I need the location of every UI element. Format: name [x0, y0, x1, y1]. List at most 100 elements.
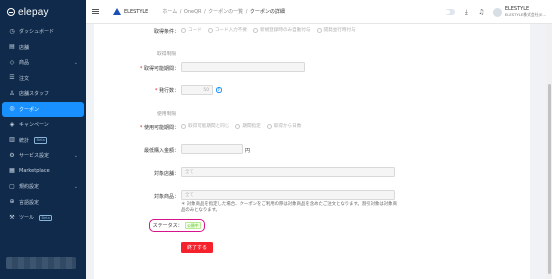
sidebar-item-terms[interactable]: ▢ 規約設定 ⌄ — [0, 179, 86, 195]
issue-count-label: * 発行数： — [154, 88, 179, 94]
sidebar-item-label: 店舗 — [19, 44, 30, 51]
sidebar-item-products[interactable]: ◇ 商品 ⌄ — [0, 55, 86, 71]
sidebar-item-label: ダッシュボード — [19, 29, 55, 36]
chevron-down-icon: ⌄ — [73, 183, 78, 190]
usage-limit-title: 使用制限 — [157, 112, 177, 117]
sidebar-item-label: 言語設定 — [19, 199, 40, 206]
chevron-down-icon: ⌄ — [73, 59, 78, 66]
coupon-icon: ◎ — [9, 105, 15, 113]
scroll-thumb[interactable] — [547, 84, 551, 274]
sidebar-nav: ◷ ダッシュボード ▤ 店舗 ◇ 商品 ⌄ ☰ 注文 ♙ 店舗スタッフ ◎ クー… — [0, 24, 86, 226]
menu-toggle-icon[interactable] — [92, 9, 99, 14]
usage-period-label: * 使用可能期間： — [139, 125, 179, 131]
status-badge: 公開中 — [184, 222, 201, 229]
scrollbar[interactable] — [546, 24, 552, 279]
top-header: ELESTYLE ホーム / OneQR / クーポンの一覧 / クーポンの詳細… — [86, 0, 552, 24]
chevron-down-icon: ⌄ — [73, 152, 78, 159]
sidebar-item-label: 統計 — [19, 137, 30, 144]
currency-unit: 円 — [245, 148, 251, 154]
dashboard-icon: ◷ — [9, 27, 15, 35]
sidebar-item-campaigns[interactable]: ◈ キャンペーン — [0, 117, 86, 133]
coupon-detail-card: 取得条件： コード コード入力不要 新規登録時のみ自動付与 開発並行時付与 取得… — [94, 24, 530, 279]
logo-text: elepay — [18, 6, 49, 18]
status-label: ステータス： — [152, 223, 183, 229]
sidebar-item-label: ツール — [19, 215, 35, 222]
download-icon[interactable]: ⤓ — [463, 8, 470, 16]
header-actions: ⤓ ♫ ELESTYLE ELESTYLE株式会社(E... — [444, 0, 546, 24]
acquisition-period-input[interactable] — [181, 62, 305, 72]
elepay-logo-icon — [7, 8, 15, 16]
user-org: ELESTYLE株式会社(E... — [504, 12, 546, 17]
breadcrumb-oneqr[interactable]: OneQR — [184, 9, 202, 15]
acquisition-condition-radios: コード コード入力不要 新規登録時のみ自動付与 開発並行時付与 — [181, 27, 356, 33]
stats-icon: ▥ — [9, 136, 15, 144]
acquisition-period-label: * 取得可能期間： — [139, 66, 179, 72]
sidebar-item-store[interactable]: ▤ 店舗 — [0, 40, 86, 56]
breadcrumb: ホーム / OneQR / クーポンの一覧 / クーポンの詳細 — [162, 8, 285, 16]
beta-badge: Beta — [39, 214, 53, 221]
target-product-input[interactable]: 全て — [181, 190, 395, 200]
main-content: 取得条件： コード コード入力不要 新規登録時のみ自動付与 開発並行時付与 取得… — [86, 24, 546, 279]
issue-count-stepper[interactable]: 50 — [181, 85, 213, 95]
gear-icon: ⚙ — [9, 151, 15, 159]
info-icon[interactable]: ? — [216, 87, 222, 93]
sidebar-item-service-settings[interactable]: ⚙ サービス設定 ⌄ — [0, 148, 86, 164]
sidebar-item-language[interactable]: ⊕ 言語設定 — [0, 195, 86, 211]
min-purchase-label: 最低購入金額： — [143, 148, 179, 154]
sidebar-item-label: クーポン — [19, 106, 40, 113]
theme-toggle[interactable] — [444, 9, 455, 15]
end-coupon-button[interactable]: 終了する — [181, 242, 213, 253]
logo[interactable]: elepay — [0, 0, 86, 24]
target-product-note: ＊ 対象商品を指定した場合、クーポンをご利用の際は対象商品を含めたご注文となりま… — [181, 202, 397, 213]
sidebar-item-label: サービス設定 — [19, 153, 50, 160]
breadcrumb-coupon-list[interactable]: クーポンの一覧 — [208, 8, 243, 15]
campaign-icon: ◈ — [9, 120, 15, 128]
tool-icon: ⚒ — [9, 213, 15, 221]
sidebar-item-marketplace[interactable]: ▦ Marketplace — [0, 164, 86, 180]
breadcrumb-home[interactable]: ホーム — [162, 8, 177, 15]
bell-icon[interactable]: ♫ — [478, 8, 485, 16]
radio-same-as-acquisition[interactable]: 取得可能期間と同じ — [181, 123, 229, 129]
sidebar-item-stats[interactable]: ▥ 統計 Beta — [0, 133, 86, 149]
sidebar-item-label: 商品 — [19, 60, 30, 67]
avatar — [492, 7, 502, 17]
sidebar-item-tools[interactable]: ⚒ ツール Beta — [0, 210, 86, 226]
target-store-label: 対象店舗： — [153, 171, 179, 177]
sidebar-item-label: キャンペーン — [19, 122, 49, 129]
brand-name: ELESTYLE — [124, 8, 149, 15]
tag-icon: ◇ — [9, 58, 15, 66]
sidebar-item-staff[interactable]: ♙ 店舗スタッフ — [0, 86, 86, 102]
brand[interactable]: ELESTYLE — [113, 8, 148, 15]
radio-auto-on-signup[interactable]: 新規登録時のみ自動付与 — [252, 27, 311, 33]
beta-badge: Beta — [34, 137, 48, 144]
brand-logo-icon — [113, 8, 121, 15]
usage-period-radios: 取得可能期間と同じ 期間指定 取得から日数 — [181, 123, 301, 129]
sidebar-item-label: 規約設定 — [19, 184, 40, 191]
acquisition-limit-title: 取得制限 — [157, 52, 177, 57]
sidebar-item-coupons[interactable]: ◎ クーポン — [2, 101, 84, 117]
blurred-footer — [6, 257, 76, 269]
sidebar-item-orders[interactable]: ☰ 注文 — [0, 71, 86, 87]
radio-no-code[interactable]: コード入力不要 — [207, 27, 247, 33]
breadcrumb-current: クーポンの詳細 — [249, 9, 285, 15]
radio-date-range[interactable]: 期間指定 — [235, 123, 261, 129]
sidebar-item-label: Marketplace — [19, 168, 50, 175]
order-icon: ☰ — [9, 74, 15, 82]
user-menu[interactable]: ELESTYLE ELESTYLE株式会社(E... — [492, 6, 546, 18]
acquisition-condition-label: 取得条件： — [153, 29, 179, 35]
target-product-label: 対象商品： — [153, 194, 179, 200]
radio-days-from-acquisition[interactable]: 取得から日数 — [266, 123, 301, 129]
sidebar-item-label: 注文 — [19, 75, 30, 82]
store-icon: ▤ — [9, 43, 15, 51]
min-purchase-input[interactable] — [181, 144, 243, 154]
sidebar-item-label: 店舗スタッフ — [19, 91, 50, 98]
sidebar: elepay ◷ ダッシュボード ▤ 店舗 ◇ 商品 ⌄ ☰ 注文 ♙ 店舗スタ… — [0, 0, 86, 279]
user-icon: ♙ — [9, 89, 15, 97]
globe-icon: ⊕ — [9, 198, 15, 206]
radio-dev-parallel[interactable]: 開発並行時付与 — [316, 27, 356, 33]
doc-icon: ▢ — [9, 182, 15, 190]
target-store-input[interactable]: 全て — [181, 167, 395, 177]
grid-icon: ▦ — [9, 167, 15, 175]
radio-code[interactable]: コード — [181, 27, 202, 33]
sidebar-item-dashboard[interactable]: ◷ ダッシュボード — [0, 24, 86, 40]
